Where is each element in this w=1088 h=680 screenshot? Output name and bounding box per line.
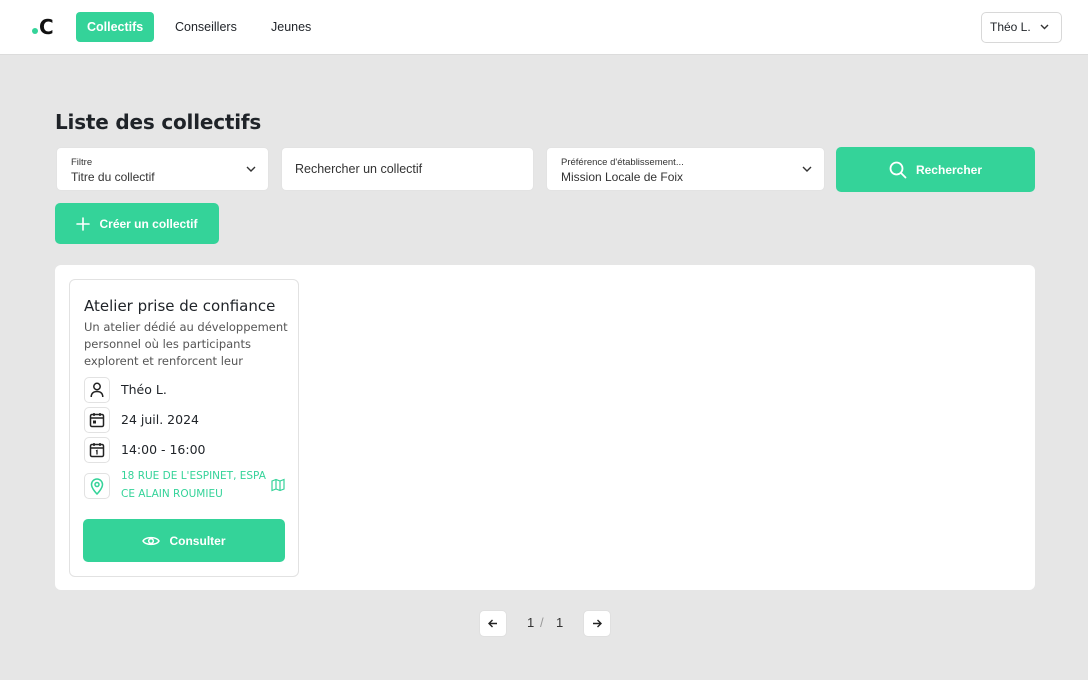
pagination-total-pages: 1	[556, 615, 564, 630]
search-button[interactable]: Rechercher	[836, 147, 1035, 192]
arrow-right-icon	[593, 619, 602, 628]
date-row: 24 juil. 2024	[84, 407, 294, 433]
search-input[interactable]	[281, 147, 534, 191]
search-button-label: Rechercher	[915, 162, 983, 177]
user-name: Théo L.	[990, 20, 1031, 34]
session-time: 14:00 - 16:00	[121, 442, 206, 457]
address-row: 18 RUE DE L'ESPINET, ESPACE ALAIN ROUMIE…	[84, 470, 294, 500]
top-navigation-bar: C Collectifs Conseillers Jeunes Théo L.	[0, 0, 1088, 55]
session-address: 18 RUE DE L'ESPINET, ESPACE ALAIN ROUMIE…	[121, 470, 266, 500]
calendar-icon	[84, 407, 110, 433]
logo-dot	[32, 28, 38, 34]
consult-button[interactable]: Consulter	[83, 519, 285, 562]
user-menu-dropdown[interactable]: Théo L.	[981, 12, 1062, 43]
time-row: 14:00 - 16:00	[84, 437, 294, 463]
app-logo[interactable]: C	[31, 14, 55, 40]
plus-icon	[76, 216, 91, 231]
create-button-label: Créer un collectif	[99, 216, 198, 231]
establishment-value: Mission Locale de Foix	[561, 170, 684, 184]
user-icon	[84, 377, 110, 403]
map-icon[interactable]	[271, 478, 285, 492]
collectif-description: Un atelier dédié au développement person…	[84, 320, 288, 368]
advisor-name: Théo L.	[121, 382, 167, 397]
filter-select[interactable]: Filtre Titre du collectif	[56, 147, 269, 191]
establishment-label: Préférence d'établissement...	[561, 157, 684, 168]
location-pin-icon	[84, 473, 110, 499]
nav-tab-collectifs[interactable]: Collectifs	[76, 12, 155, 42]
chevron-down-icon	[246, 166, 256, 172]
nav-tab-jeunes[interactable]: Jeunes	[260, 12, 322, 42]
collectif-card: Atelier prise de confiance Un atelier dé…	[69, 279, 299, 577]
session-date: 24 juil. 2024	[121, 412, 199, 427]
consult-button-label: Consulter	[169, 533, 226, 548]
filter-label: Filtre	[71, 157, 93, 168]
eye-icon	[142, 536, 161, 545]
pagination-previous-button[interactable]	[479, 610, 507, 637]
chevron-down-icon	[802, 166, 812, 172]
advisor-row: Théo L.	[84, 377, 294, 403]
create-collectif-button[interactable]: Créer un collectif	[55, 203, 219, 244]
logo-letter: C	[39, 15, 54, 39]
pagination-next-button[interactable]	[583, 610, 611, 637]
chevron-down-icon	[1040, 24, 1049, 30]
arrow-left-icon	[488, 619, 497, 628]
calendar-clock-icon	[84, 437, 110, 463]
filter-value: Titre du collectif	[71, 170, 155, 184]
search-icon	[889, 161, 907, 178]
pagination-separator: /	[540, 615, 544, 630]
collectif-title: Atelier prise de confiance	[84, 297, 276, 315]
establishment-select[interactable]: Préférence d'établissement... Mission Lo…	[546, 147, 825, 191]
nav-tab-conseillers[interactable]: Conseillers	[164, 12, 248, 42]
page-title: Liste des collectifs	[55, 110, 262, 134]
pagination-current-page: 1	[527, 615, 535, 630]
